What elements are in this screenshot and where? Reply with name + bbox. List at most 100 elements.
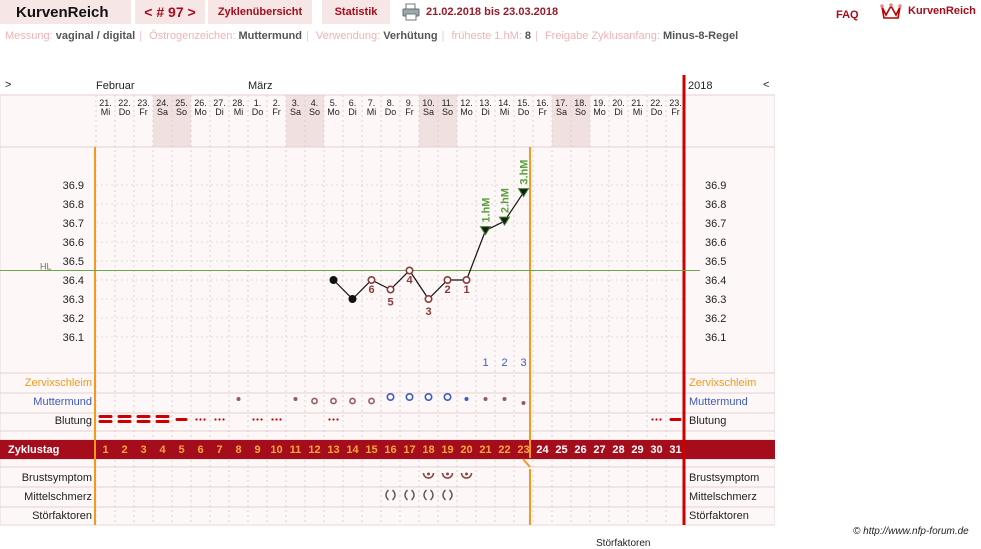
- cycle-day-number[interactable]: 18: [422, 444, 434, 456]
- cycle-day-number[interactable]: 30: [650, 444, 662, 456]
- temp-tick-left: 36.4: [63, 275, 84, 287]
- cycle-day-band-right: [683, 440, 775, 459]
- copyright: © http://www.nfp-forum.de: [853, 526, 969, 537]
- value-release-rule: Minus-8-Regel: [662, 30, 739, 42]
- app-logo[interactable]: KurvenReich: [0, 0, 131, 24]
- tab-cycle-overview[interactable]: Zyklenübersicht: [208, 0, 312, 24]
- weekday-label: Do: [518, 107, 530, 117]
- cycle-day-number[interactable]: 1: [102, 444, 108, 456]
- bleeding-heavy: [98, 420, 113, 423]
- cycle-day-number[interactable]: 7: [216, 444, 222, 456]
- lower-count-label: 5: [387, 297, 393, 309]
- row-label-cervix: Zervixschleim: [25, 377, 92, 389]
- chart-prev-button[interactable]: >: [5, 79, 11, 91]
- row-label-disturb: Störfaktoren: [32, 510, 92, 522]
- cycle-day-number[interactable]: 27: [593, 444, 605, 456]
- brand-link[interactable]: KurvenReich: [908, 5, 976, 17]
- cycle-day-number[interactable]: 11: [290, 444, 302, 456]
- faq-link[interactable]: FAQ: [836, 9, 859, 21]
- breast-symptom-dot: [427, 472, 430, 476]
- cycle-navigation[interactable]: < # 97 >: [135, 0, 205, 24]
- weekday-label: Sa: [157, 107, 168, 117]
- cycle-day-number[interactable]: 9: [254, 444, 260, 456]
- weekday-label: Mi: [500, 107, 510, 117]
- cycle-day-number[interactable]: 25: [555, 444, 567, 456]
- cycle-day-number[interactable]: 24: [536, 444, 549, 456]
- lower-count-label: 6: [368, 284, 374, 296]
- bleeding-spot: [651, 418, 654, 421]
- cycle-day-number[interactable]: 13: [327, 444, 339, 456]
- weekday-label: Di: [614, 107, 623, 117]
- cycle-day-number[interactable]: 12: [308, 444, 320, 456]
- bleeding-spot: [214, 418, 217, 421]
- lower-count-label: 3: [425, 306, 431, 318]
- bleeding-spot: [279, 418, 282, 421]
- temp-tick-right: 36.3: [705, 294, 726, 306]
- breast-symptom-dot: [446, 472, 449, 476]
- cycle-day-number[interactable]: 26: [574, 444, 586, 456]
- cycle-day-number[interactable]: 4: [159, 444, 166, 456]
- high-count-number: 1: [482, 357, 488, 369]
- weekday-label: Di: [215, 107, 224, 117]
- bleeding-heavy: [98, 415, 113, 418]
- bleeding-spot: [252, 418, 255, 421]
- weekday-label: Fr: [139, 107, 148, 117]
- cervix-dot-blue: [464, 397, 469, 401]
- cycle-day-number[interactable]: 5: [178, 444, 184, 456]
- cycle-day-number[interactable]: 31: [669, 444, 681, 456]
- cycle-day-number[interactable]: 16: [384, 444, 396, 456]
- bleeding-heavy: [155, 415, 170, 418]
- temp-tick-left: 36.1: [63, 332, 84, 344]
- cycle-day-number[interactable]: 15: [365, 444, 377, 456]
- cycle-day-number[interactable]: 28: [612, 444, 624, 456]
- cycle-settings-info: Messung: vaginal / digital | Östrogenzeic…: [5, 30, 739, 42]
- cycle-day-number[interactable]: 8: [235, 444, 241, 456]
- temperature-point: [367, 276, 376, 285]
- bleeding-spot: [203, 418, 206, 421]
- cycle-day-number[interactable]: 29: [631, 444, 643, 456]
- weekday-label: Mo: [460, 107, 473, 117]
- cycle-day-number[interactable]: 21: [479, 444, 491, 456]
- cycle-day-number[interactable]: 22: [498, 444, 510, 456]
- month-label: Februar: [96, 80, 135, 92]
- cycle-day-number[interactable]: 23: [517, 444, 529, 456]
- weekday-label: Do: [252, 107, 264, 117]
- cycle-day-number[interactable]: 6: [197, 444, 203, 456]
- label-release-rule: Freigabe Zyklusanfang:: [544, 30, 660, 42]
- row-label-right-breast: Brustsymptom: [689, 472, 759, 484]
- label-measurement: Messung:: [5, 30, 53, 42]
- printer-icon[interactable]: [402, 3, 420, 21]
- high-measurement-label: 2.hM: [500, 188, 512, 213]
- cycle-day-number[interactable]: 17: [403, 444, 415, 456]
- weekday-label: Sa: [290, 107, 301, 117]
- cycle-chart: >2018 <Februar März21.Mi22.Do23.Fr24.Sa25.…: [0, 75, 775, 526]
- weekday-label: So: [575, 107, 586, 117]
- weekday-label: Mo: [194, 107, 207, 117]
- tab-statistics[interactable]: Statistik: [322, 0, 390, 24]
- chart-next-button[interactable]: <: [763, 79, 769, 91]
- row-label-breast: Brustsymptom: [22, 472, 92, 484]
- lower-count-label: 4: [406, 275, 413, 287]
- bleeding-spot: [195, 418, 198, 421]
- weekday-label: Sa: [423, 107, 434, 117]
- coverline-label: HL: [40, 262, 52, 272]
- row-label-cycleday: Zyklustag: [8, 444, 59, 456]
- temp-tick-right: 36.7: [705, 218, 726, 230]
- cycle-day-number[interactable]: 10: [270, 444, 282, 456]
- high-measurement-label: 1.hM: [481, 198, 493, 223]
- temp-tick-right: 36.8: [705, 199, 726, 211]
- weekday-label: Do: [385, 107, 397, 117]
- cycle-day-number[interactable]: 20: [460, 444, 472, 456]
- weekday-label: Sa: [556, 107, 567, 117]
- temp-tick-left: 36.8: [63, 199, 84, 211]
- row-label-right-cervix: Zervixschleim: [689, 377, 756, 389]
- value-earliest-high: 8: [524, 30, 532, 42]
- bleeding-heavy: [117, 420, 132, 423]
- cycle-day-number[interactable]: 2: [121, 444, 127, 456]
- weekday-label: Fr: [671, 107, 680, 117]
- cycle-day-number[interactable]: 19: [441, 444, 453, 456]
- row-label-pain: Mittelschmerz: [24, 491, 92, 503]
- cycle-day-number[interactable]: 14: [346, 444, 359, 456]
- cycle-day-number[interactable]: 3: [140, 444, 146, 456]
- breast-symptom-dot: [465, 472, 468, 476]
